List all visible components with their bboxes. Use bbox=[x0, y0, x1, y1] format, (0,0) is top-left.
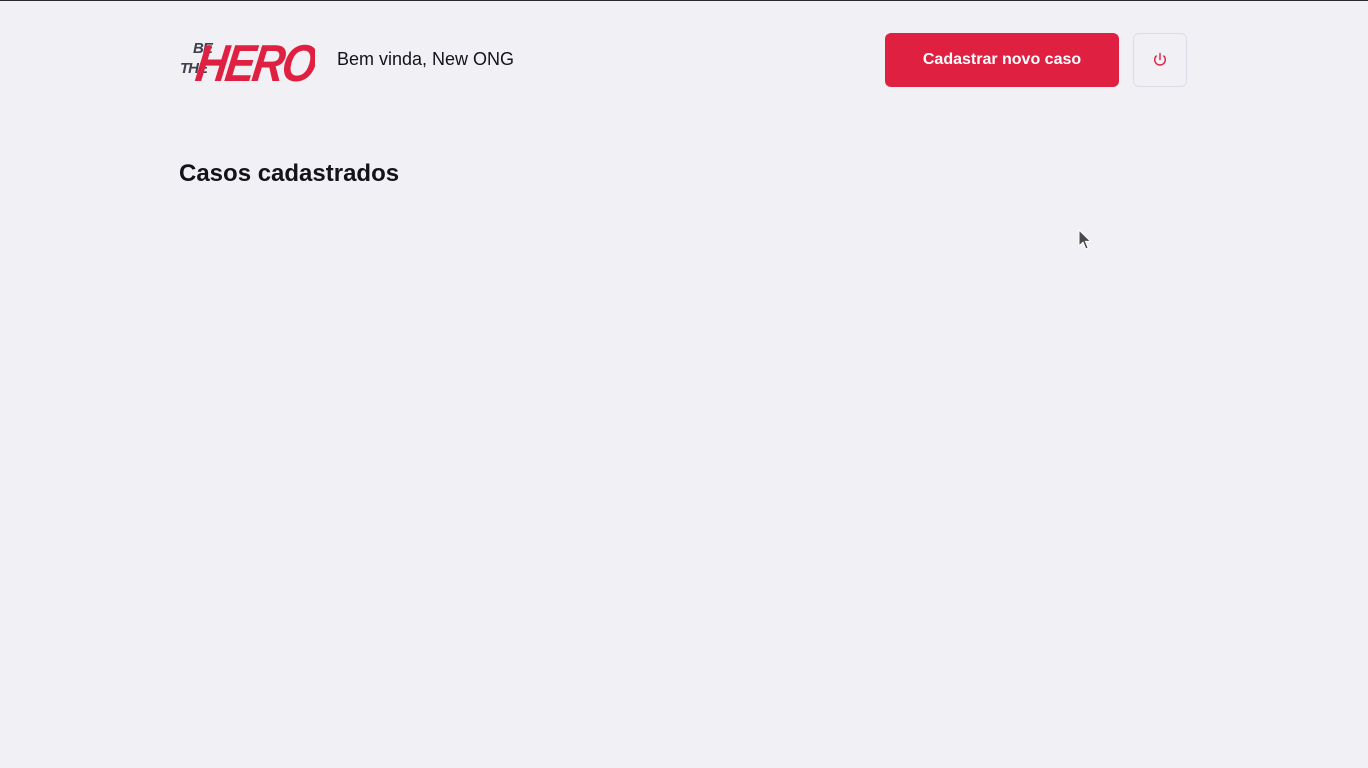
logout-button[interactable] bbox=[1133, 32, 1187, 87]
power-icon bbox=[1154, 52, 1166, 66]
be-the-hero-logo: BE THE HERO bbox=[180, 35, 315, 89]
profile-page: BE THE HERO Bem vinda, New ONG Cadastrar… bbox=[179, 1, 1187, 768]
header: BE THE HERO Bem vinda, New ONG Cadastrar… bbox=[179, 32, 1187, 89]
welcome-message: Bem vinda, New ONG bbox=[337, 49, 515, 69]
page-title: Casos cadastrados bbox=[179, 160, 400, 187]
header-actions: Cadastrar novo caso bbox=[885, 32, 1187, 87]
new-case-button[interactable]: Cadastrar novo caso bbox=[885, 32, 1119, 87]
svg-text:HERO: HERO bbox=[192, 35, 315, 89]
mouse-cursor-icon bbox=[1078, 229, 1092, 250]
